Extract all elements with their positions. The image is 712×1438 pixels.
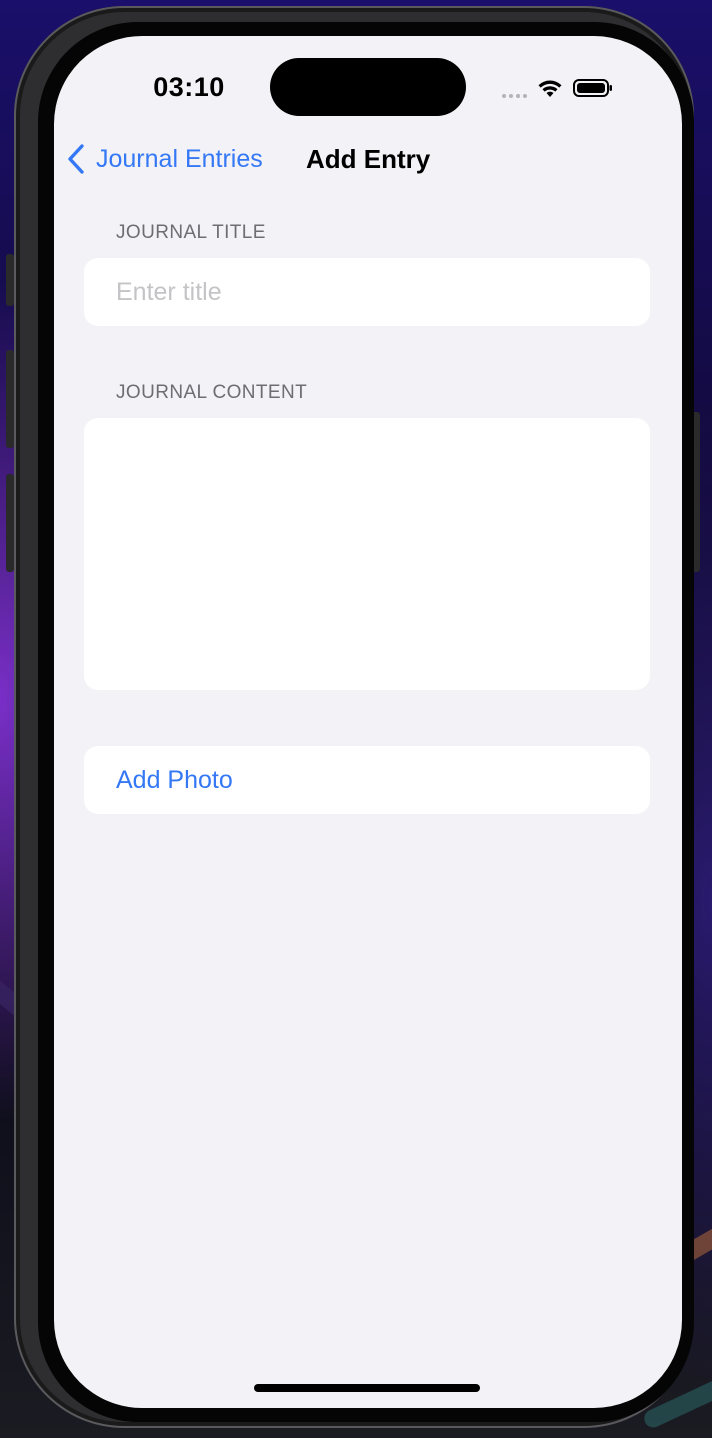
screen: 03:10 Journal Entries Add Entry JOURNAL …	[54, 36, 682, 1408]
add-photo-card: Add Photo	[84, 746, 650, 814]
wifi-icon	[538, 80, 562, 97]
status-icons	[502, 76, 613, 100]
content-field-card	[84, 418, 650, 690]
content-section-header: JOURNAL CONTENT	[116, 382, 308, 403]
volume-up-button	[6, 350, 14, 448]
back-button-label: Journal Entries	[96, 144, 263, 173]
back-button[interactable]: Journal Entries	[66, 142, 263, 176]
content-textarea[interactable]	[84, 418, 650, 690]
status-time: 03:10	[153, 72, 225, 102]
page-title: Add Entry	[306, 144, 431, 174]
home-indicator[interactable]	[254, 1384, 480, 1392]
title-section-header: JOURNAL TITLE	[116, 222, 266, 243]
action-button	[6, 254, 14, 306]
title-input[interactable]	[84, 258, 650, 326]
battery-icon	[573, 79, 612, 97]
chevron-left-icon	[68, 144, 84, 174]
add-photo-button[interactable]: Add Photo	[116, 746, 233, 814]
phone-frame: 03:10 Journal Entries Add Entry JOURNAL …	[14, 6, 694, 1428]
cellular-signal-icon	[502, 78, 527, 98]
volume-down-button	[6, 474, 14, 572]
title-field-card	[84, 258, 650, 326]
dynamic-island	[270, 58, 466, 116]
